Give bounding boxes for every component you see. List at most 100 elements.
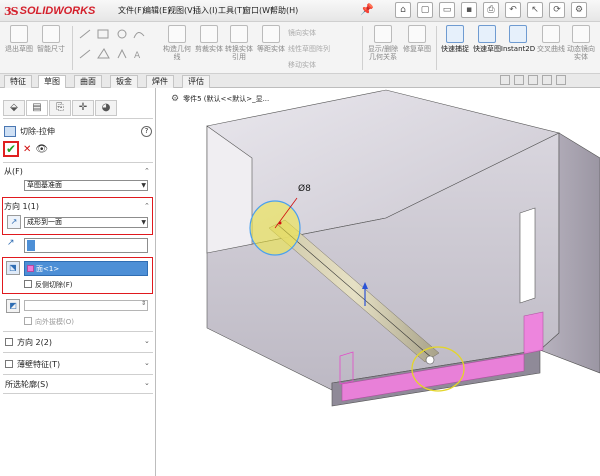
zoom-fit-icon[interactable]	[500, 75, 510, 85]
title-bar: 3S SOLIDWORKS 文件(F) 编辑(E) 视图(V) 插入(I) 工具…	[0, 0, 600, 22]
end-condition-combo[interactable]: 成形到一面 ▼	[24, 217, 148, 228]
direction-vector-indicator	[27, 240, 35, 251]
linear-pattern-item[interactable]: 线性草图阵列	[288, 44, 330, 54]
view-orientation-icon[interactable]	[528, 75, 538, 85]
display-style-icon[interactable]	[542, 75, 552, 85]
repair-sketch-icon	[408, 25, 426, 43]
options-gear-icon[interactable]: ⚙	[571, 2, 587, 18]
configuration-icon[interactable]: ⎘	[49, 100, 71, 116]
trim-entities-button[interactable]: 剪裁实体	[192, 24, 226, 72]
rapid-sketch-button[interactable]: 快速草图	[470, 24, 504, 72]
flip-side-label: 反侧切除(F)	[35, 281, 73, 289]
divider	[3, 162, 153, 163]
direction2-checkbox[interactable]	[5, 338, 13, 346]
intersection-curve-button[interactable]: 交叉曲线	[534, 24, 568, 72]
open-folder-icon[interactable]: ▭	[439, 2, 455, 18]
view-settings-icon[interactable]	[556, 75, 566, 85]
direction1-section-title[interactable]: 方向 1(1)	[4, 201, 39, 212]
smart-dimension-icon	[42, 25, 60, 43]
help-button[interactable]: ?	[141, 126, 152, 137]
ok-check-button[interactable]: ✔	[3, 141, 19, 157]
pin-icon[interactable]: 📌	[360, 3, 374, 16]
offset-entities-button[interactable]: 等距实体	[254, 24, 288, 72]
dimxpert-icon[interactable]: ✛	[72, 100, 94, 116]
thin-feature-section-title[interactable]: 薄壁特征(T)	[17, 359, 60, 370]
ribbon-separator	[436, 26, 437, 70]
tab-evaluate[interactable]: 评估	[182, 75, 210, 88]
direction2-section-title[interactable]: 方向 2(2)	[17, 337, 52, 348]
menu-edit[interactable]: 编辑(E)	[143, 5, 170, 16]
collapse-caret-icon[interactable]: ⌃	[144, 167, 150, 175]
menu-help[interactable]: 帮助(H)	[270, 5, 298, 16]
dynamic-mirror-icon	[572, 25, 590, 43]
menu-file[interactable]: 文件(F)	[118, 5, 145, 16]
expand-caret-icon[interactable]: ⌄	[144, 359, 150, 367]
preview-eye-icon[interactable]: 👁	[35, 144, 48, 155]
divider	[3, 118, 153, 119]
sketch-entities-group: A	[78, 28, 148, 68]
construction-geometry-button[interactable]: 构造几何线	[160, 24, 194, 72]
expand-caret-icon[interactable]: ⌄	[144, 337, 150, 345]
end-point-marker	[425, 355, 435, 365]
cancel-x-button[interactable]: ✕	[23, 144, 31, 155]
diameter-dimension[interactable]: Ø8	[298, 184, 311, 194]
direction-vector-field[interactable]	[24, 238, 148, 253]
part-model-canvas[interactable]	[157, 88, 600, 476]
tab-sketch[interactable]: 草图	[38, 75, 66, 88]
extruded-cut-icon	[4, 126, 16, 137]
face-select-icon[interactable]: ⬔	[6, 261, 20, 275]
spinner-icon[interactable]: ⇕	[141, 300, 146, 307]
propertymanager-icon[interactable]: ▤	[26, 100, 48, 116]
sketch-tools-icon[interactable]: A	[78, 28, 148, 68]
smart-dimension-button[interactable]: 智能尺寸	[34, 24, 68, 72]
convert-entities-button[interactable]: 转换实体引用	[222, 24, 256, 72]
menu-bar: 文件(F) 编辑(E) 视图(V) 插入(I) 工具(T) 窗口(W) 帮助(H…	[118, 5, 298, 16]
featuremanager-icon[interactable]: ⬙	[3, 100, 25, 116]
appearance-icon[interactable]: ◕	[95, 100, 117, 116]
menu-view[interactable]: 视图(V)	[168, 5, 196, 16]
collapse-caret-icon[interactable]: ⌃	[144, 202, 150, 210]
expand-caret-icon[interactable]: ⌄	[144, 379, 150, 387]
draft-icon[interactable]: ◩	[6, 299, 20, 313]
draft-angle-field[interactable]: ⇕	[24, 300, 148, 311]
menu-tools[interactable]: 工具(T)	[218, 5, 245, 16]
thin-feature-checkbox[interactable]	[5, 360, 13, 368]
new-document-icon[interactable]: ▢	[417, 2, 433, 18]
select-icon[interactable]: ↖	[527, 2, 543, 18]
save-icon[interactable]: ▪	[461, 2, 477, 18]
section-view-icon[interactable]	[514, 75, 524, 85]
ds-logo-icon: 3S	[4, 4, 19, 18]
mirror-entities-item[interactable]: 镜向实体	[288, 28, 316, 38]
face-selection-box[interactable]: 面<1>	[24, 261, 148, 276]
display-relations-button[interactable]: 显示/删除几何关系	[366, 24, 400, 72]
tab-features[interactable]: 特征	[4, 75, 32, 88]
from-section-title[interactable]: 从(F)	[4, 166, 23, 177]
undo-icon[interactable]: ↶	[505, 2, 521, 18]
reverse-direction-icon[interactable]: ↗	[7, 215, 21, 229]
command-manager: 退出草图 智能尺寸 A 构造几何线 剪裁实体 转换实体引用 等距实体 镜向实体 …	[0, 22, 600, 74]
flip-side-checkbox[interactable]	[24, 280, 32, 288]
graphics-area[interactable]: ⚙ 零件5 (默认<<默认>_显... Ø8	[157, 88, 600, 476]
quick-snaps-button[interactable]: 快速捕捉	[438, 24, 472, 72]
slot-opening[interactable]	[519, 207, 536, 304]
center-point	[278, 221, 282, 225]
repair-sketch-button[interactable]: 修复草图	[400, 24, 434, 72]
tab-weldments[interactable]: 焊件	[146, 75, 174, 88]
selected-contours-section-title[interactable]: 所选轮廓(S)	[5, 379, 48, 390]
home-icon[interactable]: ⌂	[395, 2, 411, 18]
print-icon[interactable]: ⎙	[483, 2, 499, 18]
from-combo[interactable]: 草图基准面 ▼	[24, 180, 148, 191]
menu-window[interactable]: 窗口(W)	[243, 5, 273, 16]
dynamic-mirror-button[interactable]: 动态镜向实体	[564, 24, 598, 72]
tab-sheet-metal[interactable]: 钣金	[110, 75, 138, 88]
tab-surfaces[interactable]: 曲面	[74, 75, 102, 88]
rebuild-icon[interactable]: ⟳	[549, 2, 565, 18]
menu-insert[interactable]: 插入(I)	[193, 5, 218, 16]
quick-access-toolbar: ⌂ ▢ ▭ ▪ ⎙ ↶ ↖ ⟳ ⚙	[395, 2, 587, 18]
instant2d-button[interactable]: Instant2D	[500, 24, 536, 72]
offset-entities-icon	[262, 25, 280, 43]
draft-outward-checkbox[interactable]	[24, 317, 32, 325]
exit-sketch-button[interactable]: 退出草图	[2, 24, 36, 72]
move-entities-item[interactable]: 移动实体	[288, 60, 316, 70]
construction-geometry-icon	[168, 25, 186, 43]
